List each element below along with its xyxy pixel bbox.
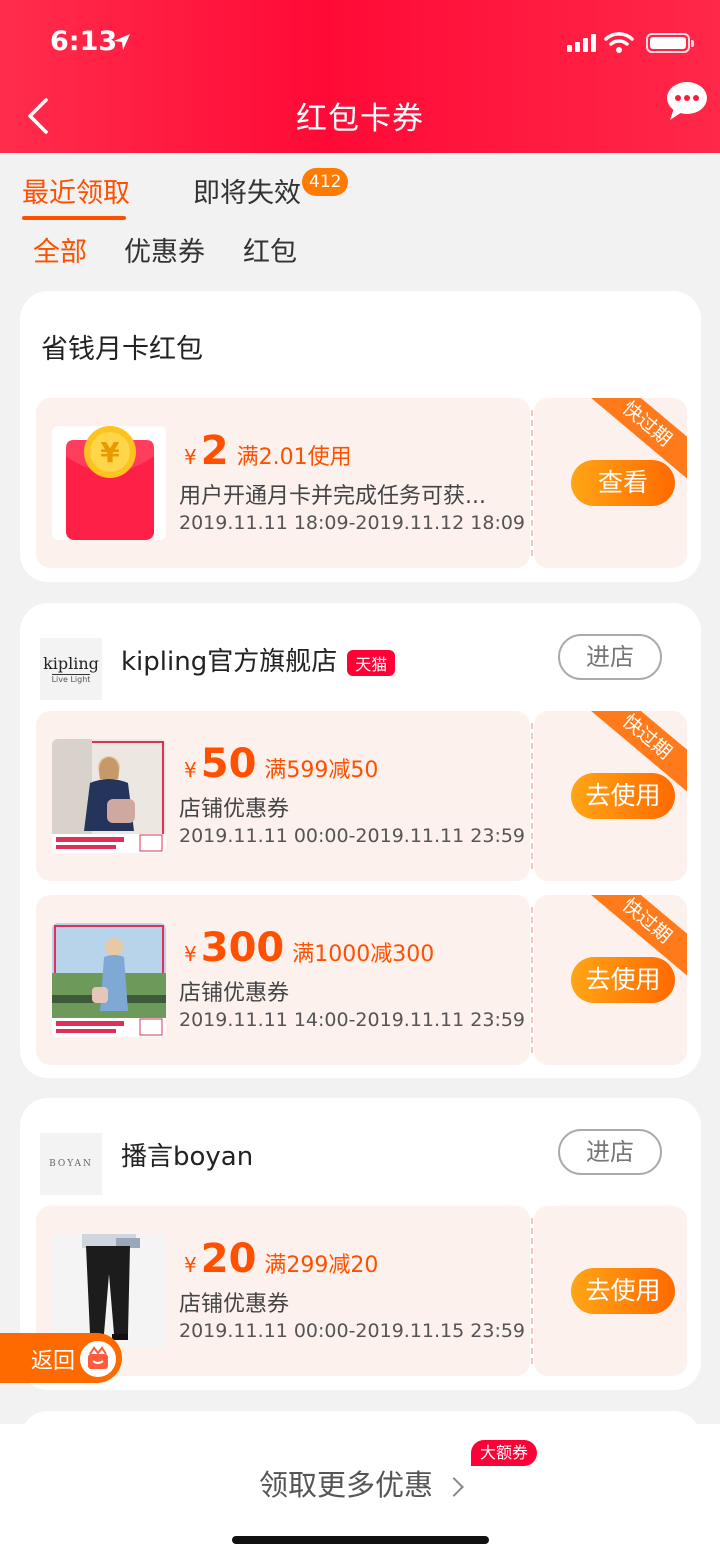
tab-expiring[interactable]: 即将失效 [193,171,301,210]
coupon-validity: 2019.11.11 00:00-2019.11.11 23:59 [179,825,526,847]
expiring-count-badge: 412 [302,168,349,196]
coupon-validity: 2019.11.11 14:00-2019.11.11 23:59 [179,1009,526,1031]
battery-icon [646,33,694,53]
location-arrow-icon [114,34,130,50]
product-image [52,1234,166,1348]
coupon-amount: 2 [200,428,229,474]
coupon-description: 店铺优惠券 [179,1292,290,1317]
more-offers-link[interactable]: 领取更多优惠 [0,1462,720,1504]
subtab-all[interactable]: 全部 [33,230,87,269]
app-header: 6:13 红包卡券 [0,0,720,153]
use-coupon-button[interactable]: 去使用 [571,1268,675,1314]
chevron-right-icon [444,1477,464,1497]
floating-back-label: 返回 [31,1349,76,1374]
currency-symbol: ¥ [184,445,197,469]
red-envelope-icon: ¥ [52,426,166,540]
more-offers-label: 领取更多优惠 [258,1468,433,1502]
coupon-validity: 2019.11.11 18:09-2019.11.12 18:09 [179,512,526,534]
view-button[interactable]: 查看 [571,460,675,506]
gift-box-icon [80,1341,116,1377]
status-time: 6:13 [50,26,118,57]
kipling-logo[interactable]: kipling Live Light [40,638,102,700]
coupon-item[interactable]: 去使用 ¥20 满299减20 店铺优惠券 2019.11.11 00:00-20… [36,1206,687,1376]
coupon-description: 店铺优惠券 [179,797,290,822]
subtab-bar: 全部 优惠券 红包 [0,230,720,280]
shop-card-kipling: kipling Live Light kipling官方旗舰店 天猫 进店 快过期… [20,603,701,1078]
product-image [52,739,166,853]
coupon-amount: 300 [200,925,285,971]
coupon-item[interactable]: 快过期 去使用 ¥300 满1000减300 店铺优惠券 2019.11.11 … [36,895,687,1065]
currency-symbol: ¥ [184,758,197,782]
coupon-description: 店铺优惠券 [179,981,290,1006]
coupon-description: 用户开通月卡并完成任务可获... [179,484,486,509]
boyan-logo[interactable]: BOYAN [40,1133,102,1195]
coupon-amount: 20 [200,1236,257,1282]
enter-shop-button[interactable]: 进店 [558,1129,662,1175]
big-coupon-badge: 大额券 [471,1440,538,1466]
shop-card-boyan: BOYAN 播言boyan 进店 去使用 ¥20 满299减20 店铺优惠券 20… [20,1098,701,1390]
page-title: 红包卡券 [296,101,424,137]
floating-back-button[interactable]: 返回 [0,1333,122,1383]
coupon-validity: 2019.11.11 00:00-2019.11.15 23:59 [179,1320,526,1342]
tab-recent[interactable]: 最近领取 [22,171,130,210]
tmall-badge: 天猫 [347,649,396,676]
tab-bar: 最近领取 即将失效 [0,153,720,223]
coupon-condition: 满2.01使用 [236,445,352,470]
coupon-condition: 满299减20 [264,1253,379,1278]
use-coupon-button[interactable]: 去使用 [571,773,675,819]
monthly-card-section: 省钱月卡红包 快过期 查看 ¥ ¥2 满2.01使用 用户开通月卡并完成任务可获.… [20,291,701,582]
shop-name[interactable]: 播言boyan [121,1136,253,1173]
home-indicator [232,1536,489,1544]
product-image [52,923,166,1037]
tab-underline [22,216,126,220]
coupon-condition: 满1000减300 [292,942,435,967]
subtab-red-packets[interactable]: 红包 [243,230,297,269]
coupon-condition: 满599减50 [264,758,379,783]
bottom-bar: 领取更多优惠 大额券 [0,1424,720,1558]
svg-text:¥: ¥ [100,436,120,469]
use-coupon-button[interactable]: 去使用 [571,957,675,1003]
subtab-coupons[interactable]: 优惠券 [124,230,205,269]
chat-bubble-icon[interactable] [664,78,710,124]
section-title: 省钱月卡红包 [41,334,203,365]
currency-symbol: ¥ [184,1253,197,1277]
enter-shop-button[interactable]: 进店 [558,634,662,680]
wifi-icon [604,32,634,53]
coupon-item[interactable]: 快过期 去使用 ¥50 满599减50 店铺优惠券 2019.11.11 00:… [36,711,687,881]
currency-symbol: ¥ [184,942,197,966]
coupon-amount: 50 [200,741,257,787]
coupon-item[interactable]: 快过期 查看 ¥ ¥2 满2.01使用 用户开通月卡并完成任务可获... 2019… [36,398,687,568]
shop-name[interactable]: kipling官方旗舰店 [121,647,337,677]
signal-icon [567,34,596,52]
